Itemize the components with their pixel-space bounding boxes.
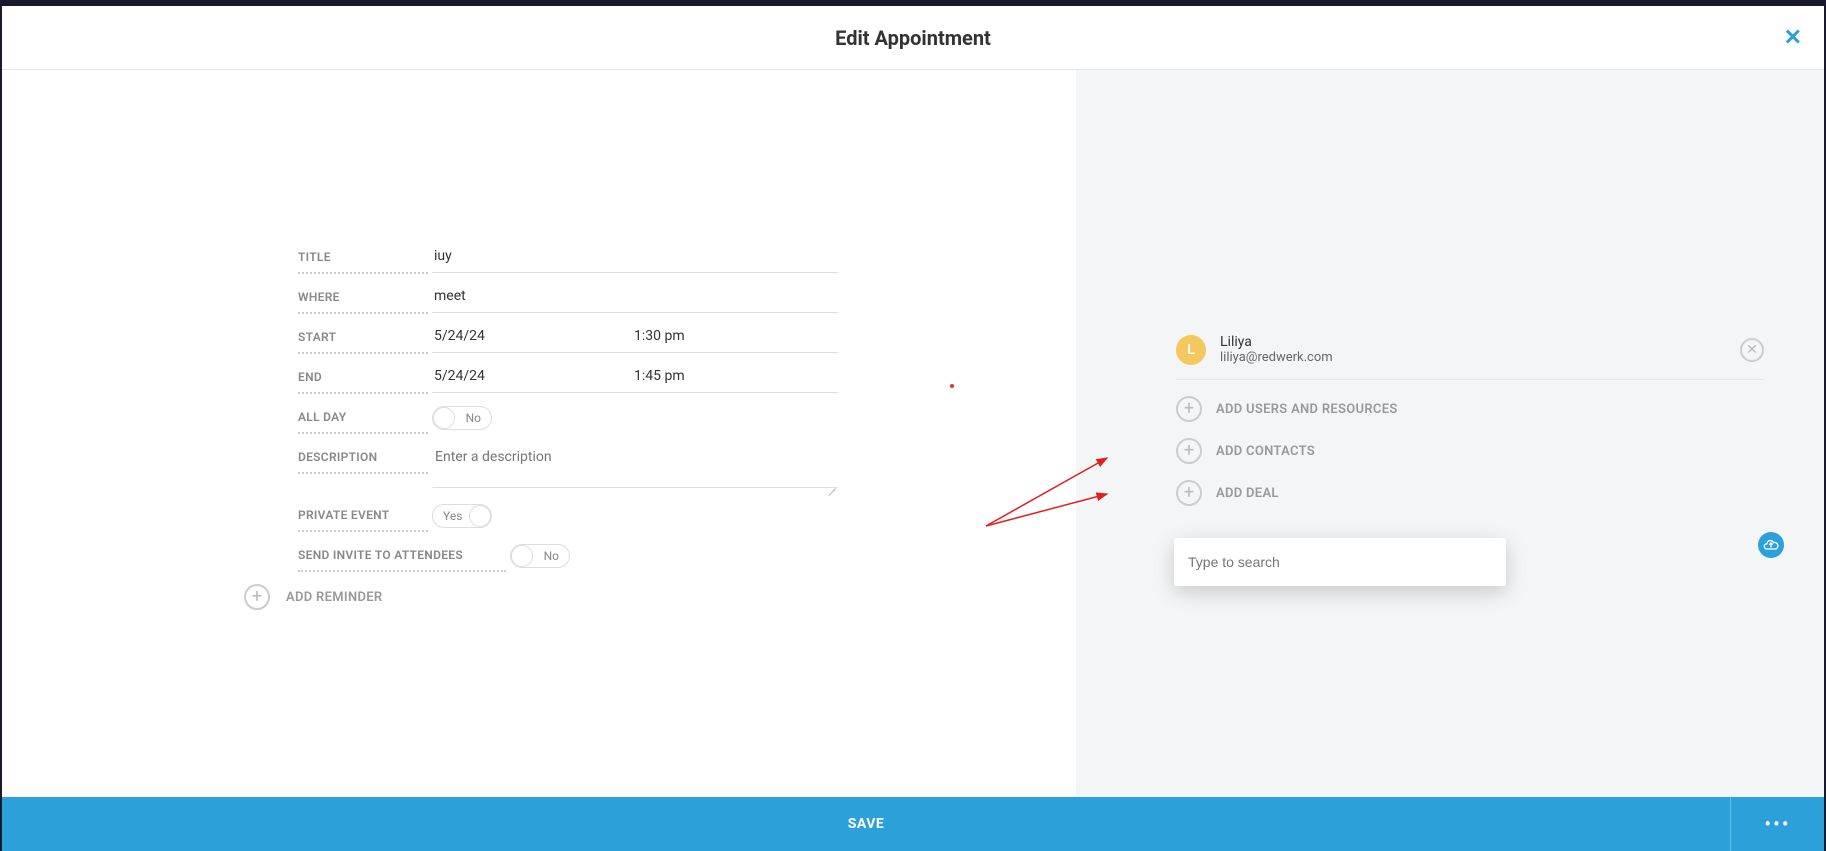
description-row: DESCRIPTION [298, 440, 838, 492]
modal-title: Edit Appointment [835, 26, 991, 50]
search-popup [1174, 538, 1506, 586]
title-row: TITLE [298, 240, 838, 274]
private-toggle[interactable]: Yes [432, 504, 492, 528]
search-input[interactable] [1174, 544, 1506, 580]
start-label: START [298, 320, 428, 354]
add-users-label: ADD USERS AND RESOURCES [1216, 402, 1398, 417]
plus-icon: + [244, 584, 270, 610]
appointment-form: TITLE WHERE START [298, 240, 838, 610]
add-reminder-label: ADD REMINDER [286, 590, 382, 605]
allday-toggle[interactable]: No [432, 406, 492, 430]
remove-attendee-button[interactable]: ✕ [1740, 338, 1764, 362]
add-users-button[interactable]: + ADD USERS AND RESOURCES [1176, 396, 1784, 422]
modal-body: TITLE WHERE START [2, 70, 1824, 797]
sendinvite-label: SEND INVITE TO ATTENDEES [298, 538, 506, 572]
add-reminder-row[interactable]: + ADD REMINDER [244, 584, 838, 610]
sendinvite-row: SEND INVITE TO ATTENDEES No [298, 538, 838, 572]
end-date-input[interactable] [432, 360, 632, 393]
plus-icon: + [1176, 438, 1202, 464]
edit-appointment-modal: Edit Appointment ✕ TITLE WHERE [2, 6, 1824, 851]
end-time-input[interactable] [632, 360, 838, 393]
attendee-email: liliya@redwerk.com [1220, 350, 1726, 365]
attendee-avatar: L [1176, 335, 1206, 365]
where-row: WHERE [298, 280, 838, 314]
start-time-input[interactable] [632, 320, 838, 353]
private-row: PRIVATE EVENT Yes [298, 498, 838, 532]
start-row: START [298, 320, 838, 354]
description-input[interactable] [432, 440, 838, 488]
cloud-upload-icon [1763, 537, 1779, 553]
description-label: DESCRIPTION [298, 440, 428, 474]
save-button[interactable]: SAVE [2, 797, 1730, 851]
add-contacts-button[interactable]: + ADD CONTACTS [1176, 438, 1784, 464]
attendees-panel: L Liliya liliya@redwerk.com ✕ + ADD USER… [1076, 70, 1824, 797]
more-button[interactable]: ••• [1730, 797, 1824, 851]
modal-footer: SAVE ••• [2, 797, 1824, 851]
modal-header: Edit Appointment ✕ [2, 6, 1824, 70]
title-label: TITLE [298, 240, 428, 274]
allday-row: ALL DAY No [298, 400, 838, 434]
where-input[interactable] [432, 280, 838, 313]
allday-label: ALL DAY [298, 400, 428, 434]
appointment-form-panel: TITLE WHERE START [2, 70, 1076, 797]
attendee-info: Liliya liliya@redwerk.com [1220, 334, 1726, 365]
close-button[interactable]: ✕ [1784, 25, 1802, 50]
cloud-upload-button[interactable] [1758, 532, 1784, 558]
start-date-input[interactable] [432, 320, 632, 353]
add-deal-button[interactable]: + ADD DEAL [1176, 480, 1784, 506]
where-label: WHERE [298, 280, 428, 314]
end-label: END [298, 360, 428, 394]
plus-icon: + [1176, 480, 1202, 506]
attendee-row: L Liliya liliya@redwerk.com ✕ [1176, 330, 1764, 380]
private-label: PRIVATE EVENT [298, 498, 428, 532]
attendee-name: Liliya [1220, 334, 1726, 350]
add-deal-label: ADD DEAL [1216, 486, 1279, 501]
plus-icon: + [1176, 396, 1202, 422]
end-row: END [298, 360, 838, 394]
add-contacts-label: ADD CONTACTS [1216, 444, 1315, 459]
sendinvite-toggle[interactable]: No [510, 544, 570, 568]
title-input[interactable] [432, 240, 838, 273]
